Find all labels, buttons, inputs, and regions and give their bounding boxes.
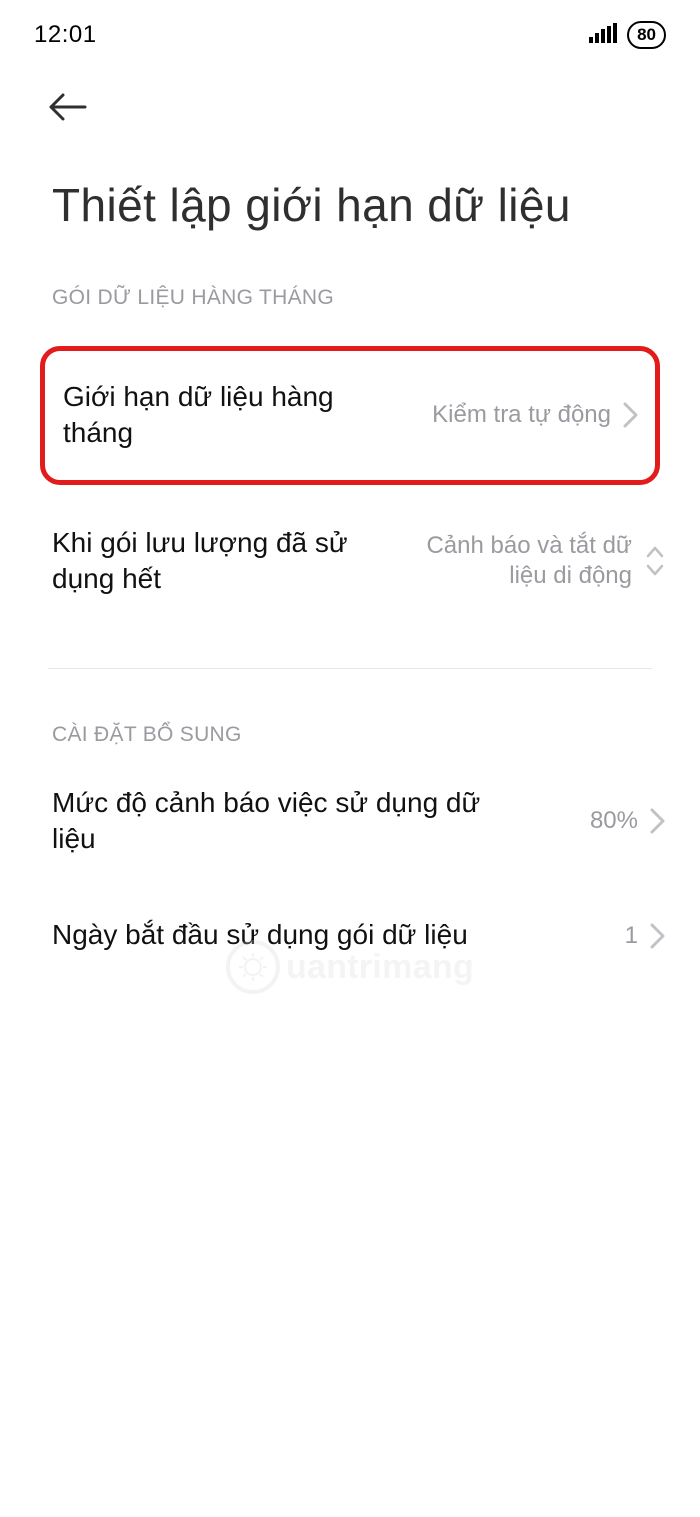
signal-icon (589, 23, 617, 48)
row-when-used-up[interactable]: Khi gói lưu lượng đã sử dụng hết Cảnh bá… (0, 485, 700, 628)
row-value: 80% (590, 806, 638, 836)
row-start-date[interactable]: Ngày bắt đầu sử dụng gói dữ liệu 1 (0, 887, 700, 983)
chevron-right-icon (650, 923, 666, 949)
row-monthly-limit[interactable]: Giới hạn dữ liệu hàng tháng Kiểm tra tự … (45, 351, 655, 480)
status-time: 12:01 (34, 21, 97, 49)
chevron-updown-icon (644, 544, 666, 578)
back-button[interactable] (48, 92, 88, 128)
status-right: 80 (589, 21, 666, 49)
header-row (0, 52, 700, 128)
chevron-right-icon (650, 808, 666, 834)
battery-icon: 80 (627, 21, 666, 49)
row-label: Ngày bắt đầu sử dụng gói dữ liệu (52, 917, 468, 953)
page-title: Thiết lập giới hạn dữ liệu (0, 128, 700, 232)
row-label: Khi gói lưu lượng đã sử dụng hết (52, 525, 392, 598)
section-header-monthly: GÓI DỮ LIỆU HÀNG THÁNG (0, 232, 700, 318)
chevron-right-icon (623, 402, 639, 428)
battery-level: 80 (637, 25, 656, 45)
row-label: Giới hạn dữ liệu hàng tháng (63, 379, 403, 452)
row-warning-level[interactable]: Mức độ cảnh báo việc sử dụng dữ liệu 80% (0, 755, 700, 888)
section-header-additional: CÀI ĐẶT BỔ SUNG (0, 669, 700, 755)
row-value: Kiểm tra tự động (432, 400, 611, 430)
row-value: 1 (625, 921, 638, 951)
status-bar: 12:01 80 (0, 0, 700, 52)
row-label: Mức độ cảnh báo việc sử dụng dữ liệu (52, 785, 512, 858)
row-value: Cảnh báo và tắt dữ liệu di động (392, 531, 632, 591)
highlight-annotation: Giới hạn dữ liệu hàng tháng Kiểm tra tự … (40, 346, 660, 485)
